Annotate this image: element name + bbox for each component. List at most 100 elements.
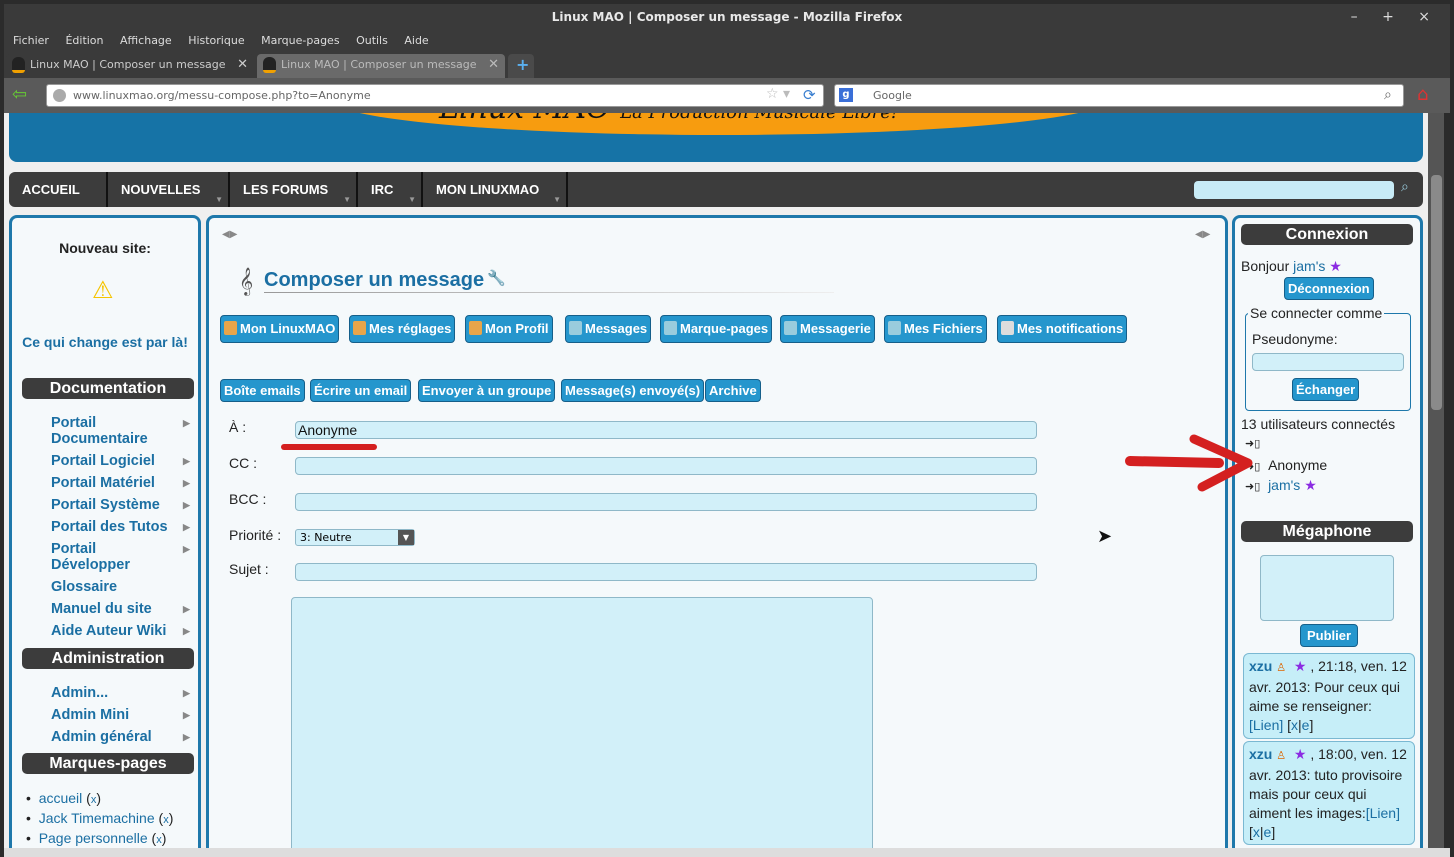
author-link[interactable]: xzu — [1249, 746, 1272, 762]
bookmark-link[interactable]: Jack Timemachine — [39, 810, 155, 826]
reload-icon[interactable]: ⟳ — [803, 86, 816, 104]
site-logo[interactable]: Linux MAO La Production Musicale Libre! — [439, 113, 898, 126]
sidebar-item-glossaire[interactable]: Glossaire — [51, 579, 117, 595]
close-tab-icon[interactable]: ✕ — [488, 54, 499, 76]
tux-icon — [263, 57, 276, 73]
menu-aide[interactable]: Aide — [404, 34, 428, 47]
priority-select[interactable]: 3: Neutre ▼ — [295, 529, 415, 546]
delete-link[interactable]: x — [1253, 824, 1260, 840]
menu-accueil[interactable]: ACCUEIL — [9, 172, 108, 207]
swap-button[interactable]: Échanger — [1292, 378, 1360, 401]
menu-forums[interactable]: LES FORUMS ▼ — [230, 172, 358, 207]
bcc-input[interactable] — [295, 493, 1037, 511]
cc-input[interactable] — [295, 457, 1037, 475]
sidebar-item-admin[interactable]: Admin... ▶ — [51, 685, 190, 701]
user-link[interactable]: jam's — [1293, 258, 1325, 274]
mes-notifications-button[interactable]: Mes notifications — [997, 315, 1128, 343]
megaphone-textarea[interactable] — [1260, 555, 1394, 621]
treble-clef-icon: 𝄞 — [239, 267, 254, 295]
collapse-left-icon[interactable]: ◀▶ — [222, 229, 237, 240]
bookmark-link[interactable]: Page personnelle — [39, 830, 148, 846]
files-icon — [888, 321, 901, 335]
messagerie-button[interactable]: Messagerie — [780, 315, 875, 343]
priority-label: Priorité : — [229, 527, 282, 543]
mon-profil-button[interactable]: Mon Profil — [465, 315, 553, 343]
menu-outils[interactable]: Outils — [356, 34, 388, 47]
tab-2[interactable]: Linux MAO | Composer un message ✕ — [257, 54, 505, 78]
mes-fichiers-button[interactable]: Mes Fichiers — [884, 315, 987, 343]
marque-pages-button[interactable]: Marque-pages — [660, 315, 773, 343]
back-arrow-icon[interactable]: ⇦ — [12, 86, 27, 104]
sidebar-item-manuel[interactable]: Manuel du site ▶ — [51, 601, 190, 617]
window-controls[interactable]: – + × — [1351, 4, 1440, 30]
menu-mon-linuxmao[interactable]: MON LINUXMAO ▼ — [423, 172, 568, 207]
bookmarks-heading: Marques-pages — [22, 753, 194, 774]
author-link[interactable]: xzu — [1249, 658, 1272, 674]
person-icon: ♙ — [1276, 662, 1287, 674]
sidebar-item-portail-documentaire[interactable]: Portail Documentaire ▶ — [51, 415, 190, 447]
scrollbar-thumb[interactable] — [1431, 175, 1442, 410]
new-site-link[interactable]: Ce qui change est par là! — [12, 334, 198, 350]
sidebar-item-admin-general[interactable]: Admin général ▶ — [51, 729, 190, 745]
mes-reglages-button[interactable]: Mes réglages — [349, 315, 456, 343]
sidebar-item-admin-mini[interactable]: Admin Mini ▶ — [51, 707, 190, 723]
publish-button[interactable]: Publier — [1300, 624, 1359, 647]
home-icon[interactable]: ⌂ — [1417, 84, 1428, 105]
bookmark-item: • Page personnelle (x) — [26, 830, 167, 846]
menu-fichier[interactable]: Fichier — [13, 34, 49, 47]
tab-label: Linux MAO | Composer un message — [30, 58, 226, 71]
google-icon[interactable]: g — [839, 88, 853, 102]
cc-label: CC : — [229, 455, 257, 471]
logout-button[interactable]: Déconnexion — [1284, 277, 1374, 300]
menu-irc[interactable]: IRC ▼ — [358, 172, 423, 207]
menu-marque-pages[interactable]: Marque-pages — [261, 34, 339, 47]
message-body-textarea[interactable] — [291, 597, 873, 848]
sidebar-item-portail-developper[interactable]: Portail Développer ▶ — [51, 541, 190, 573]
administration-heading: Administration — [22, 648, 194, 669]
bookmark-item: • Jack Timemachine (x) — [26, 810, 174, 826]
sidebar-item-portail-tutos[interactable]: Portail des Tutos ▶ — [51, 519, 190, 535]
right-sidebar: Connexion Bonjour jam's ★ Déconnexion Se… — [1232, 215, 1423, 848]
menu-affichage[interactable]: Affichage — [120, 34, 172, 47]
settings-icon — [353, 321, 366, 335]
messages-envoyes-button[interactable]: Message(s) envoyé(s) — [561, 379, 705, 402]
ecrire-email-button[interactable]: Écrire un email — [310, 379, 412, 402]
sidebar-item-portail-logiciel[interactable]: Portail Logiciel ▶ — [51, 453, 190, 469]
messages-button[interactable]: Messages — [565, 315, 652, 343]
menu-historique[interactable]: Historique — [188, 34, 244, 47]
boite-emails-button[interactable]: Boîte emails — [220, 379, 305, 402]
remove-bookmark[interactable]: x — [91, 794, 97, 806]
address-bar[interactable]: www.linuxmao.org/messu-compose.php?to=An… — [46, 84, 824, 107]
close-tab-icon[interactable]: ✕ — [237, 54, 248, 76]
mon-linuxmao-button[interactable]: Mon LinuxMAO — [220, 315, 340, 343]
user-link[interactable]: jam's — [1268, 477, 1300, 493]
site-search-input[interactable] — [1194, 181, 1394, 199]
search-bar[interactable]: Google — [834, 84, 1404, 107]
search-go-icon[interactable]: ⌕ — [1384, 87, 1392, 103]
sidebar-item-aide-auteur-wiki[interactable]: Aide Auteur Wiki ▶ — [51, 623, 190, 639]
users-count: 13 utilisateurs connectés — [1241, 416, 1396, 432]
wrench-icon[interactable]: 🔧 — [487, 269, 506, 287]
search-icon[interactable]: ⌕ — [1401, 179, 1409, 195]
menu-edition[interactable]: Édition — [65, 34, 103, 47]
collapse-right-icon[interactable]: ◀▶ — [1195, 229, 1210, 240]
pseudo-input[interactable] — [1252, 353, 1404, 371]
archive-button[interactable]: Archive — [705, 379, 761, 402]
sidebar-item-portail-materiel[interactable]: Portail Matériel ▶ — [51, 475, 190, 491]
left-sidebar: Nouveau site: ⚠ Ce qui change est par là… — [9, 215, 201, 848]
delete-link[interactable]: x — [1291, 717, 1298, 733]
warning-icon: ⚠ — [92, 276, 114, 304]
to-input[interactable]: Anonyme — [295, 421, 1037, 439]
bookmark-star-icon[interactable]: ☆ ▾ — [766, 86, 790, 102]
remove-bookmark[interactable]: x — [156, 834, 162, 846]
message-link[interactable]: [Lien] — [1366, 805, 1400, 821]
tab-1[interactable]: Linux MAO | Composer un message ✕ — [6, 54, 254, 78]
remove-bookmark[interactable]: x — [163, 814, 169, 826]
menu-nouvelles[interactable]: NOUVELLES ▼ — [108, 172, 230, 207]
sidebar-item-portail-systeme[interactable]: Portail Système ▶ — [51, 497, 190, 513]
envoyer-groupe-button[interactable]: Envoyer à un groupe — [418, 379, 556, 402]
new-tab-button[interactable]: + — [508, 54, 534, 78]
message-link[interactable]: [Lien] — [1249, 717, 1283, 733]
subject-input[interactable] — [295, 563, 1037, 581]
bookmark-link[interactable]: accueil — [39, 790, 83, 806]
